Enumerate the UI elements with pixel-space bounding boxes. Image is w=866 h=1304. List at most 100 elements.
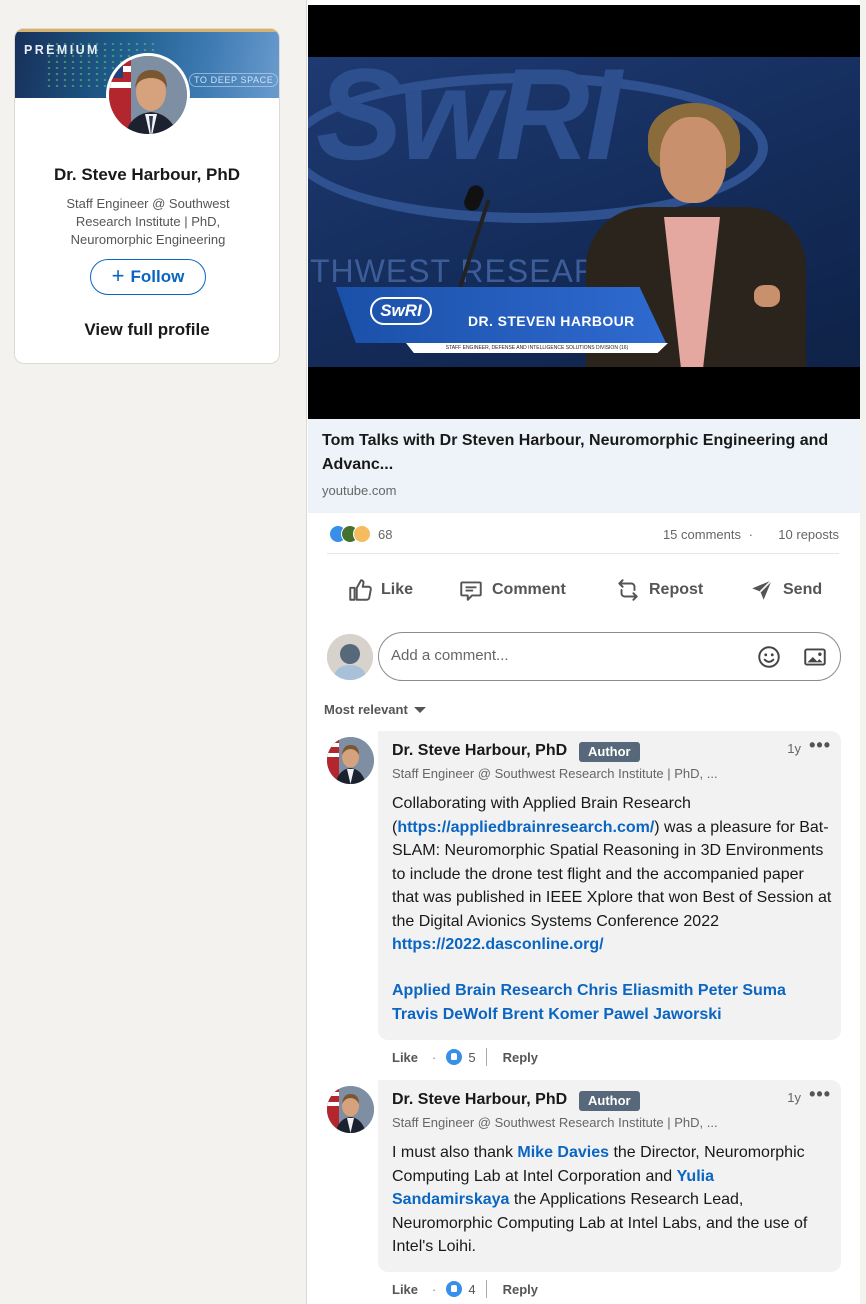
feed-post: SwRI THWEST RESEARCH SwRI DR. STEVEN HAR… bbox=[306, 0, 860, 1304]
profile-avatar[interactable] bbox=[106, 53, 190, 137]
sort-label: Most relevant bbox=[324, 702, 408, 717]
counts-separator: · bbox=[748, 527, 753, 542]
plus-icon: + bbox=[111, 263, 125, 288]
profile-name[interactable]: Dr. Steve Harbour, PhD bbox=[15, 165, 279, 185]
image-icon[interactable] bbox=[802, 644, 828, 670]
comment-item: Dr. Steve Harbour, PhD Author 1y ••• Sta… bbox=[327, 731, 841, 1071]
repost-button[interactable]: Repost bbox=[615, 568, 703, 612]
divider bbox=[485, 1048, 487, 1066]
commenter-photo bbox=[327, 737, 374, 784]
comment-item: Dr. Steve Harbour, PhD Author 1y ••• Sta… bbox=[327, 1080, 841, 1304]
mention-link[interactable]: Brent Komer bbox=[502, 1006, 599, 1023]
mention-link[interactable]: Applied Brain Research bbox=[392, 982, 573, 999]
video-player[interactable]: SwRI THWEST RESEARCH SwRI DR. STEVEN HAR… bbox=[308, 5, 860, 419]
speaker-face bbox=[660, 117, 726, 203]
action-bar: Like Comment Repost Send bbox=[327, 568, 839, 612]
comments-count[interactable]: 15 comments bbox=[663, 527, 741, 542]
comment-like-button[interactable]: Like bbox=[392, 1050, 418, 1065]
caret-down-icon bbox=[413, 707, 426, 713]
like-icon bbox=[349, 579, 372, 601]
send-button[interactable]: Send bbox=[749, 568, 822, 612]
reply-button[interactable]: Reply bbox=[503, 1282, 538, 1297]
separator-dot: · bbox=[432, 1281, 437, 1297]
profile-card: PREMIUM TO DEEP SPACE Dr. Steve Harbour,… bbox=[14, 28, 280, 364]
reply-button[interactable]: Reply bbox=[503, 1050, 538, 1065]
comment-bubble: Dr. Steve Harbour, PhD Author 1y ••• Sta… bbox=[378, 731, 841, 1040]
comment-input[interactable]: Add a comment... bbox=[378, 632, 841, 681]
comment-label: Comment bbox=[492, 581, 566, 598]
comment-text-part: I must also thank bbox=[392, 1144, 518, 1161]
premium-stripe bbox=[15, 29, 279, 32]
comment-sort-dropdown[interactable]: Most relevant bbox=[324, 702, 426, 717]
repost-label: Repost bbox=[649, 581, 704, 598]
divider bbox=[327, 553, 839, 554]
comment-mentions: Applied Brain Research Chris Eliasmith P… bbox=[392, 979, 832, 1026]
like-button[interactable]: Like bbox=[347, 568, 413, 612]
video-frame: SwRI THWEST RESEARCH SwRI DR. STEVEN HAR… bbox=[308, 57, 860, 367]
link-preview-title[interactable]: Tom Talks with Dr Steven Harbour, Neurom… bbox=[322, 429, 850, 477]
default-avatar-icon bbox=[327, 634, 373, 680]
current-user-avatar bbox=[327, 634, 373, 680]
view-full-profile-link[interactable]: View full profile bbox=[15, 320, 279, 340]
commenter-avatar[interactable] bbox=[327, 737, 374, 784]
author-badge: Author bbox=[579, 742, 640, 762]
separator-dot: · bbox=[432, 1049, 437, 1065]
send-label: Send bbox=[783, 581, 823, 598]
more-icon[interactable]: ••• bbox=[809, 1084, 831, 1105]
commenter-headline: Staff Engineer @ Southwest Research Inst… bbox=[392, 766, 718, 781]
commenter-avatar[interactable] bbox=[327, 1086, 374, 1133]
link-preview-domain: youtube.com bbox=[322, 483, 397, 498]
commenter-name[interactable]: Dr. Steve Harbour, PhD bbox=[392, 1091, 567, 1109]
profile-headline: Staff Engineer @ Southwest Research Inst… bbox=[66, 196, 230, 247]
like-reaction-icon bbox=[446, 1049, 463, 1065]
insightful-reaction-icon bbox=[353, 525, 371, 543]
backdrop-logo: SwRI bbox=[316, 57, 622, 187]
mention-link[interactable]: Chris Eliasmith bbox=[577, 982, 693, 999]
mention-link[interactable]: Peter Suma bbox=[698, 982, 786, 999]
banner-tagline: TO DEEP SPACE bbox=[189, 73, 279, 87]
link-preview[interactable]: Tom Talks with Dr Steven Harbour, Neurom… bbox=[308, 419, 860, 513]
commenter-headline: Staff Engineer @ Southwest Research Inst… bbox=[392, 1115, 718, 1130]
comment-composer: Add a comment... bbox=[327, 632, 841, 682]
comment-icon bbox=[460, 581, 482, 601]
premium-label: PREMIUM bbox=[24, 43, 100, 57]
like-reaction-icon bbox=[446, 1281, 463, 1297]
emoji-icon[interactable] bbox=[756, 644, 782, 670]
comment-like-button[interactable]: Like bbox=[392, 1282, 418, 1297]
divider bbox=[485, 1280, 487, 1298]
comment-like-count[interactable]: 5 bbox=[468, 1050, 475, 1065]
lower-third-subtitle: STAFF ENGINEER, DEFENSE AND INTELLIGENCE… bbox=[406, 343, 668, 353]
comment-like-count[interactable]: 4 bbox=[468, 1282, 475, 1297]
speaker-hand bbox=[754, 285, 780, 307]
comment-button[interactable]: Comment bbox=[458, 568, 566, 612]
comment-link[interactable]: https://appliedbrainresearch.com/ bbox=[397, 819, 654, 836]
comment-actions: Like · 4 Reply bbox=[392, 1279, 538, 1299]
social-counts: 68 15 comments · 10 reposts bbox=[327, 524, 839, 546]
commenter-name[interactable]: Dr. Steve Harbour, PhD bbox=[392, 742, 567, 760]
profile-photo bbox=[109, 56, 187, 134]
repost-icon bbox=[618, 579, 638, 601]
reposts-count[interactable]: 10 reposts bbox=[778, 527, 839, 542]
send-icon bbox=[752, 579, 773, 600]
mention-link[interactable]: Travis DeWolf bbox=[392, 1006, 498, 1023]
like-label: Like bbox=[381, 581, 414, 598]
comment-bubble: Dr. Steve Harbour, PhD Author 1y ••• Sta… bbox=[378, 1080, 841, 1272]
comment-text: Collaborating with Applied Brain Researc… bbox=[392, 792, 832, 957]
comment-text: I must also thank Mike Davies the Direct… bbox=[392, 1141, 832, 1259]
mention-link[interactable]: Mike Davies bbox=[517, 1144, 609, 1161]
author-badge: Author bbox=[579, 1091, 640, 1111]
comment-time: 1y bbox=[787, 741, 801, 756]
more-icon[interactable]: ••• bbox=[809, 735, 831, 756]
follow-button[interactable]: + Follow bbox=[90, 259, 206, 295]
comment-time: 1y bbox=[787, 1090, 801, 1105]
commenter-photo bbox=[327, 1086, 374, 1133]
reaction-icons[interactable] bbox=[329, 525, 377, 545]
mention-link[interactable]: Pawel Jaworski bbox=[603, 1006, 721, 1023]
reaction-count[interactable]: 68 bbox=[378, 527, 392, 542]
lower-third-name: DR. STEVEN HARBOUR bbox=[468, 313, 635, 329]
comment-placeholder: Add a comment... bbox=[391, 647, 509, 664]
comment-link[interactable]: https://2022.dasconline.org/ bbox=[392, 936, 604, 953]
follow-label: Follow bbox=[130, 267, 185, 286]
lower-third-logo: SwRI bbox=[370, 297, 432, 325]
comment-actions: Like · 5 Reply bbox=[392, 1047, 538, 1067]
